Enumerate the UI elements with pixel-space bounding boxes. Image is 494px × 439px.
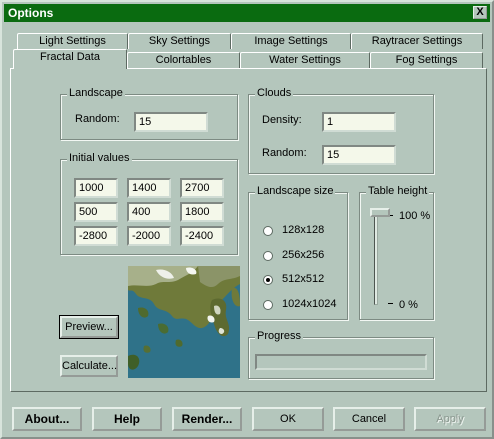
tab-label: Colortables — [155, 54, 212, 66]
size-option-label: 512x512 — [282, 273, 325, 285]
tab-label: Light Settings — [39, 35, 106, 47]
slider-thumb[interactable] — [370, 208, 390, 217]
render-button[interactable]: Render... — [172, 407, 242, 431]
close-icon: X — [476, 6, 484, 18]
size-option-label: 1024x1024 — [282, 298, 337, 310]
landscape-random-input[interactable]: 15 — [134, 112, 208, 132]
size-option-label: 128x128 — [282, 224, 325, 236]
initial-value-input[interactable]: -2400 — [180, 226, 224, 246]
initial-value-input[interactable]: 1400 — [127, 178, 171, 198]
progress-bar — [255, 354, 427, 370]
initial-value-input[interactable]: 500 — [74, 202, 118, 222]
radio-button[interactable] — [263, 226, 273, 236]
clouds-random-label: Random: — [262, 147, 307, 159]
tab-label: Sky Settings — [148, 35, 211, 47]
tab-colortables[interactable]: Colortables — [127, 52, 240, 68]
tab-water-settings[interactable]: Water Settings — [240, 52, 370, 68]
tab-fractal-data[interactable]: Fractal Data — [13, 49, 127, 69]
tab-light-settings[interactable]: Light Settings — [17, 33, 128, 49]
slider-tick — [388, 303, 393, 304]
initial-value-input[interactable]: -2800 — [74, 226, 118, 246]
cancel-button[interactable]: Cancel — [333, 407, 405, 431]
about-button[interactable]: About... — [12, 407, 82, 431]
table-height-legend: Table height — [366, 185, 430, 197]
tab-image-settings[interactable]: Image Settings — [231, 33, 351, 49]
tab-label: Water Settings — [269, 54, 341, 66]
apply-button[interactable]: Apply — [414, 407, 486, 431]
tab-label: Raytracer Settings — [371, 35, 463, 47]
tab-raytracer-settings[interactable]: Raytracer Settings — [351, 33, 483, 49]
tab-label: Image Settings — [254, 35, 328, 47]
initial-value-input[interactable]: 400 — [127, 202, 171, 222]
radio-button-selected[interactable] — [263, 275, 273, 285]
progress-legend: Progress — [255, 330, 304, 342]
tab-label: Fog Settings — [395, 54, 458, 66]
options-dialog: Options X Light Settings Sky Settings Im… — [0, 0, 494, 439]
tab-label: Fractal Data — [40, 51, 100, 63]
radio-button[interactable] — [263, 300, 273, 310]
size-option-label: 256x256 — [282, 249, 325, 261]
clouds-random-input[interactable]: 15 — [322, 145, 396, 165]
ok-button[interactable]: OK — [252, 407, 324, 431]
window-title: Options — [8, 6, 54, 20]
preview-button[interactable]: Preview... — [59, 315, 119, 339]
landscape-random-label: Random: — [75, 113, 120, 125]
clouds-density-label: Density: — [262, 114, 302, 126]
table-height-max-label: 100 % — [399, 210, 431, 222]
tab-fog-settings[interactable]: Fog Settings — [370, 52, 483, 68]
table-height-min-label: 0 % — [399, 299, 418, 311]
initial-value-input[interactable]: 1000 — [74, 178, 118, 198]
initial-values-legend: Initial values — [67, 152, 132, 164]
landscape-size-legend: Landscape size — [255, 185, 336, 197]
clouds-density-input[interactable]: 1 — [322, 112, 396, 132]
title-bar[interactable]: Options X — [4, 4, 490, 22]
terrain-preview — [128, 266, 240, 378]
close-button[interactable]: X — [473, 6, 487, 19]
landscape-legend: Landscape — [67, 87, 125, 99]
radio-button[interactable] — [263, 251, 273, 261]
initial-value-input[interactable]: 2700 — [180, 178, 224, 198]
help-button[interactable]: Help — [92, 407, 162, 431]
tab-sky-settings[interactable]: Sky Settings — [128, 33, 231, 49]
landscape-preview-image — [128, 266, 240, 378]
initial-value-input[interactable]: -2000 — [127, 226, 171, 246]
initial-value-input[interactable]: 1800 — [180, 202, 224, 222]
slider-track[interactable] — [374, 213, 378, 305]
clouds-legend: Clouds — [255, 87, 294, 99]
calculate-button[interactable]: Calculate... — [60, 355, 118, 377]
